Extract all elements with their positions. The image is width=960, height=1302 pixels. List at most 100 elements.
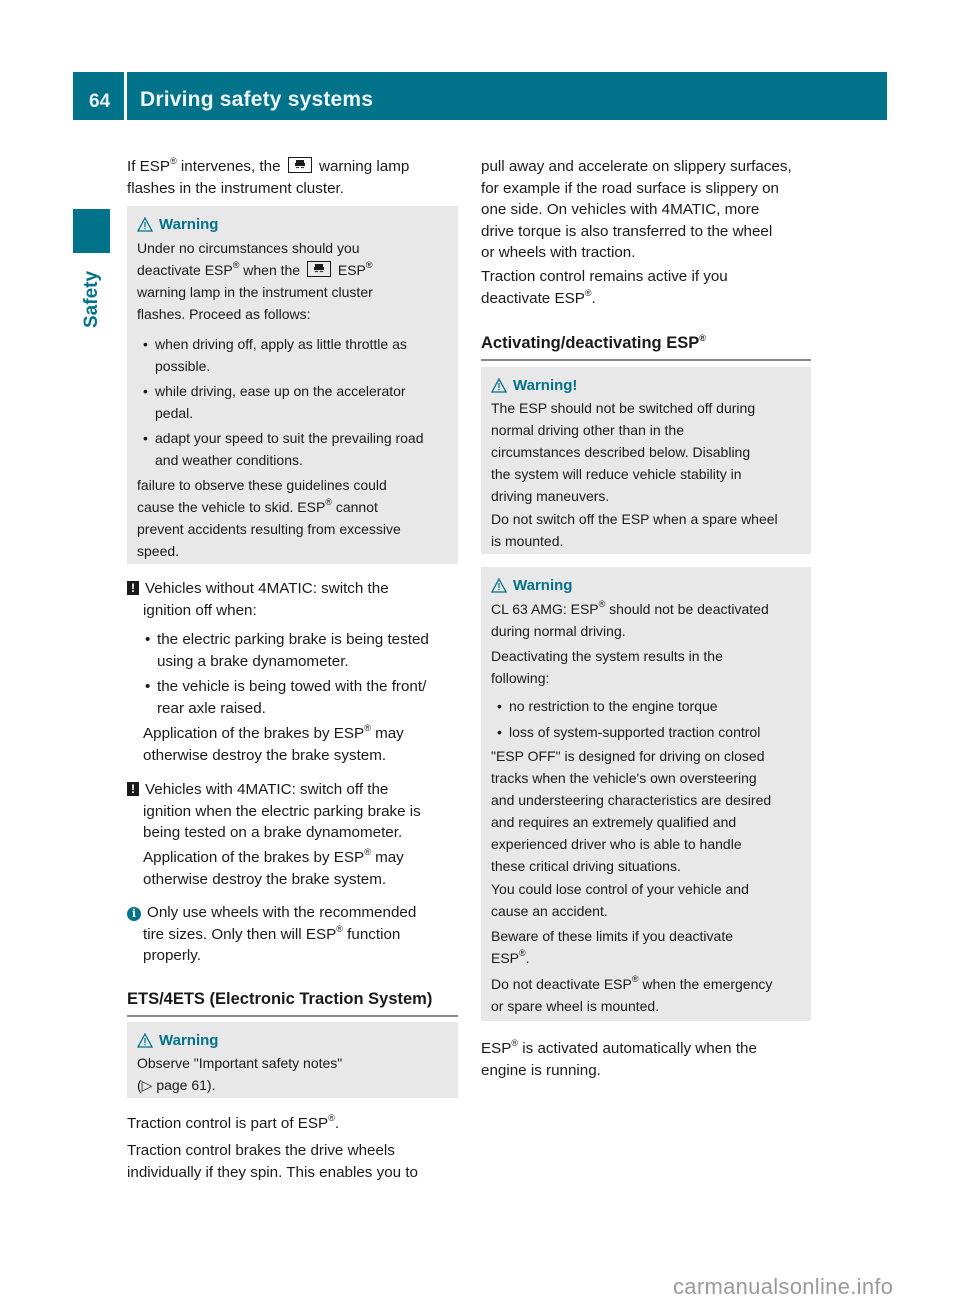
note-without-4matic: ! Vehicles without 4MATIC: switch the ign… [127, 578, 467, 621]
text: individually if they spin. This enables … [127, 1163, 418, 1181]
text: for example if the road surface is slipp… [481, 179, 779, 197]
text: Only use wheels with the recommended [147, 904, 417, 921]
text: . [591, 289, 596, 307]
warning-text: Do not switch off the ESP when a spare w… [491, 508, 805, 552]
info-note: i Only use wheels with the recommended ti… [127, 902, 467, 967]
text: may [370, 849, 404, 866]
text: following: [491, 670, 550, 686]
text: pedal. [155, 405, 194, 421]
text: these critical driving situations. [491, 858, 681, 874]
text: deactivate ESP [137, 262, 233, 278]
registered-mark: ® [699, 333, 706, 343]
traction-continued: pull away and accelerate on slippery sur… [481, 156, 821, 264]
text: Activating/deactivating ESP [481, 334, 700, 352]
text: warning lamp in the instrument cluster [137, 284, 373, 300]
text: Traction control is part of ESP [127, 1115, 329, 1132]
text: and weather conditions. [155, 452, 303, 468]
warning-bullet: when driving off, apply as little thrott… [141, 333, 407, 377]
text: pull away and accelerate on slippery sur… [481, 158, 792, 175]
warning-triangle-icon [136, 1032, 154, 1048]
warning-bullet: adapt your speed to suit the prevailing … [141, 427, 424, 471]
text: Vehicles without 4MATIC: switch the [145, 580, 389, 597]
text: or wheels with traction. [481, 244, 636, 261]
text: Traction control brakes the drive wheels [127, 1142, 395, 1159]
text: ignition when the electric parking brake… [143, 802, 421, 820]
text: tire sizes. Only then will ESP [143, 925, 337, 943]
text: ignition off when: [143, 601, 257, 619]
text: Do not switch off the ESP when a spare w… [491, 511, 778, 527]
text: Do not deactivate ESP [491, 976, 632, 992]
warning-title: Warning [136, 1032, 219, 1049]
chapter-title: Driving safety systems [140, 88, 374, 111]
text: deactivate ESP [481, 289, 585, 307]
exclamation-icon: ! [127, 581, 139, 595]
section-tab-label: Safety [81, 270, 102, 328]
warning-title-text: Warning [159, 1032, 219, 1049]
text: the electric parking brake is being test… [157, 631, 429, 648]
text: Traction control remains active if you [481, 268, 728, 285]
text: rear axle raised. [157, 699, 266, 717]
text: flashes in the instrument cluster. [127, 179, 344, 197]
text: adapt your speed to suit the prevailing … [155, 430, 424, 446]
text: properly. [143, 947, 201, 964]
warning-title: Warning [136, 216, 218, 233]
registered-mark: ® [631, 974, 639, 984]
text: when the emergency [638, 976, 773, 992]
text: . [334, 1115, 340, 1132]
text: or spare wheel is mounted. [491, 998, 660, 1014]
esp-warning-lamp-icon [287, 157, 312, 173]
warning-box-esp-switch-off: Warning! The ESP should not be switched … [481, 367, 811, 554]
warning-triangle-icon [136, 216, 154, 232]
traction-paragraph: Traction control is part of ESP®. [127, 1113, 339, 1135]
warning-bullet: while driving, ease up on the accelerato… [141, 380, 406, 424]
text: should not be deactivated [605, 601, 769, 617]
text: Application of the brakes by ESP [143, 849, 365, 866]
text: Deactivating the system results in the [491, 648, 723, 664]
registered-mark: ® [519, 948, 526, 958]
text: . [525, 950, 530, 966]
registered-mark: ® [336, 923, 343, 934]
text: the vehicle is being towed with the fron… [157, 678, 427, 695]
text: cause an accident. [491, 903, 608, 919]
warning-triangle-icon [490, 577, 508, 593]
section-heading-activating-esp: Activating/deactivating ESP® [481, 334, 811, 361]
text: while driving, ease up on the accelerato… [155, 383, 406, 399]
registered-mark: ® [365, 260, 373, 270]
text: one side. On vehicles with 4MATIC, more [481, 201, 760, 218]
text: failure to observe these guidelines coul… [137, 477, 387, 493]
chapter-header: Driving safety systems [127, 72, 887, 120]
esp-auto-activation: ESP® is activated automatically when the… [481, 1038, 757, 1081]
text: Under no circumstances should you [137, 240, 360, 256]
text: cannot [331, 499, 378, 515]
warning-triangle-icon [490, 377, 508, 393]
text: the system will reduce vehicle stability… [491, 466, 742, 482]
text: possible. [155, 358, 211, 374]
warning-title-text: Warning! [513, 377, 578, 394]
text: Observe "Important safety notes" [137, 1055, 343, 1071]
text: normal driving other than in the [491, 422, 684, 438]
section-heading-ets: ETS/4ETS (Electronic Traction System) [127, 990, 458, 1017]
text: CL 63 AMG: ESP [491, 601, 599, 617]
text: when driving off, apply as little thrott… [155, 336, 407, 352]
text: ESP [481, 1040, 512, 1057]
warning-text: Under no circumstances should you deacti… [137, 237, 452, 325]
text: experienced driver who is able to handle [491, 836, 742, 852]
warning-bullet: loss of system-supported traction contro… [495, 721, 760, 743]
traction-paragraph: Traction control brakes the drive wheels… [127, 1140, 418, 1183]
text: function [342, 925, 401, 943]
text: warning lamp [319, 158, 410, 175]
registered-mark: ® [325, 497, 332, 507]
warning-text: Do not deactivate ESP® when the emergenc… [491, 973, 805, 1017]
page-reference-link[interactable]: (▷ page 61). [137, 1077, 215, 1093]
text: cause the vehicle to skid. ESP [137, 499, 326, 515]
warning-text: Observe "Important safety notes" (▷ page… [137, 1052, 452, 1096]
text: is mounted. [491, 533, 564, 549]
text: speed. [137, 543, 180, 559]
note-consequence: Application of the brakes by ESP® may ot… [143, 847, 404, 890]
warning-text: Deactivating the system results in the f… [491, 645, 805, 689]
text: circumstances described below. Disabling [491, 444, 751, 460]
text: You could lose control of your vehicle a… [491, 881, 749, 897]
text: and requires an extremely qualified and [491, 814, 737, 830]
note-consequence: Application of the brakes by ESP® may ot… [143, 723, 404, 766]
text: flashes. Proceed as follows: [137, 306, 311, 322]
